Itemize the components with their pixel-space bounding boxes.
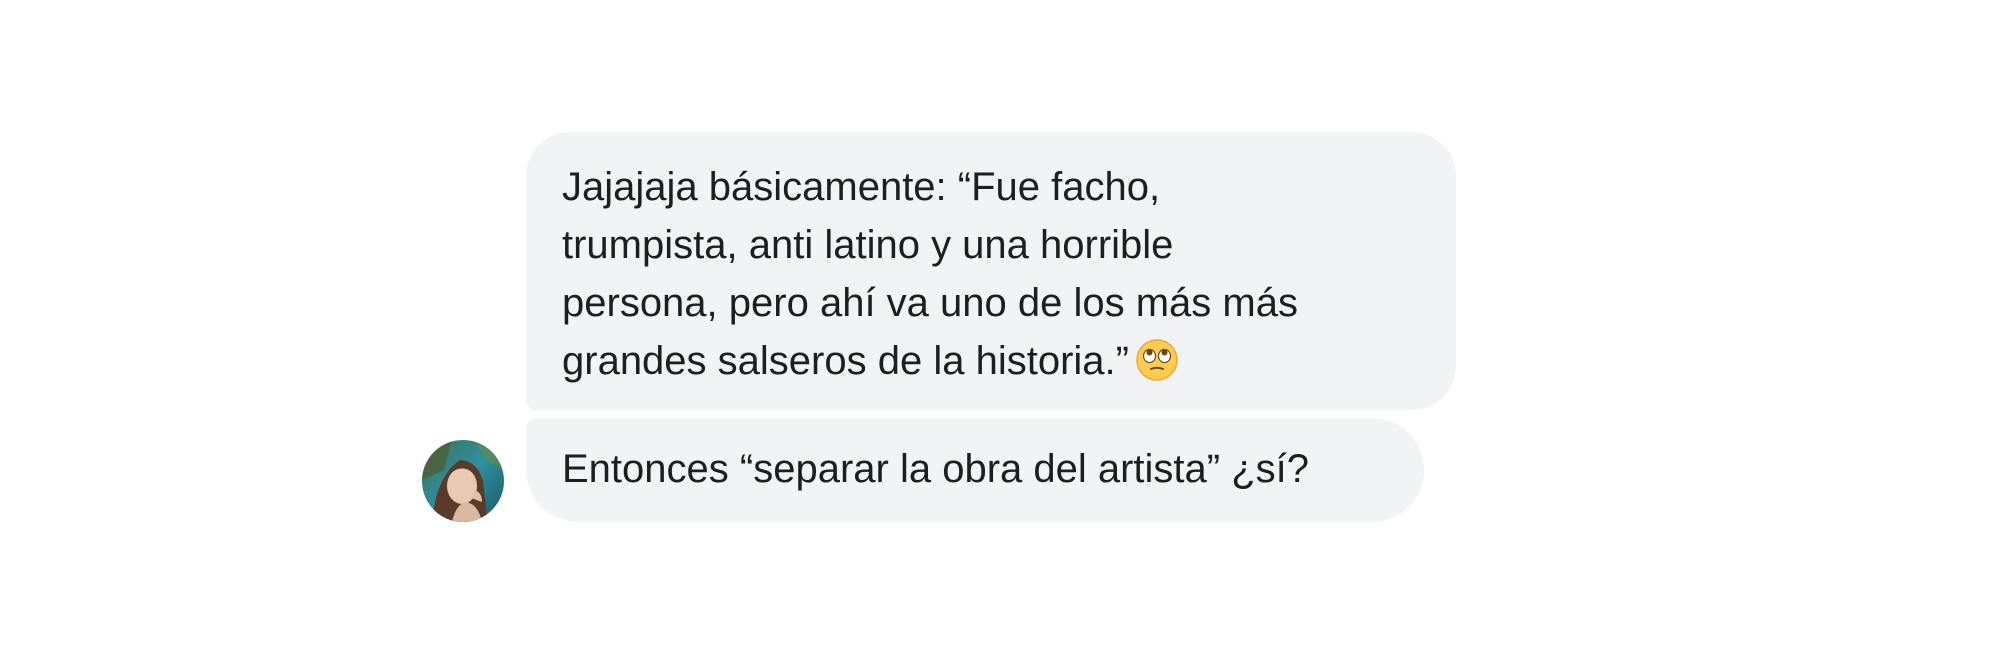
message-thread: Jajajaja básicamente: “Fue facho, trumpi… <box>0 0 2000 667</box>
message-bubble[interactable]: Jajajaja básicamente: “Fue facho, trumpi… <box>526 132 1456 410</box>
rolling-eyes-emoji-icon <box>1136 339 1178 381</box>
avatar-photo <box>422 440 504 522</box>
sender-avatar[interactable] <box>422 440 504 522</box>
message-text: Jajajaja básicamente: “Fue facho, trumpi… <box>562 165 1298 383</box>
message-text: Entonces “separar la obra del artista” ¿… <box>562 447 1310 491</box>
message-bubble[interactable]: Entonces “separar la obra del artista” ¿… <box>526 418 1424 522</box>
